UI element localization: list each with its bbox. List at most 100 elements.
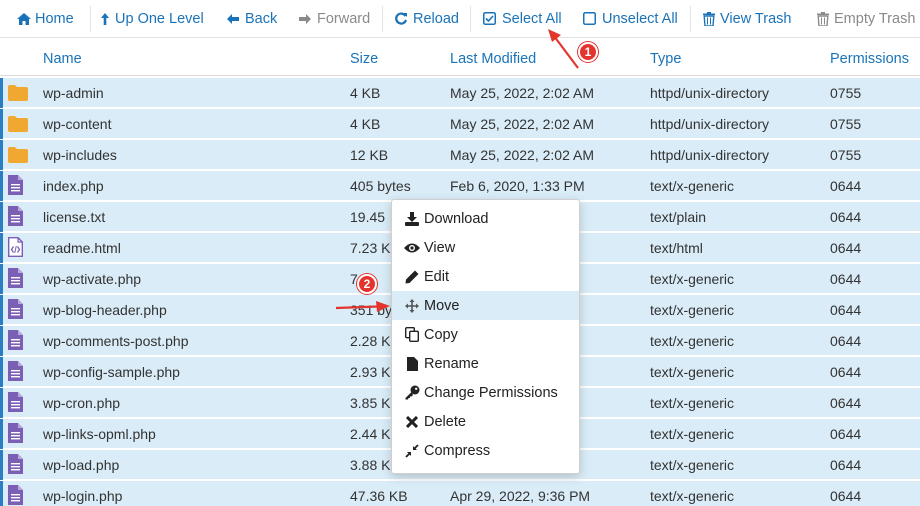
code-file-icon (8, 237, 26, 259)
arrow-left-icon (226, 12, 240, 26)
folder-icon (8, 85, 28, 107)
cell-type: text/x-generic (650, 271, 735, 287)
table-row[interactable]: wp-login.php 47.36 KB Apr 29, 2022, 9:36 P… (0, 481, 920, 506)
menu-item-label: View (424, 239, 456, 256)
cell-name: index.php (43, 178, 104, 194)
menu-item-change-permissions[interactable]: Change Permissions (392, 378, 579, 407)
cell-type: text/x-generic (650, 364, 735, 380)
cell-type: text/plain (650, 209, 707, 225)
up-one-level-button[interactable]: Up One Level (100, 0, 204, 38)
arrow-right-icon (298, 12, 312, 26)
column-header-type[interactable]: Type (650, 51, 681, 67)
toolbar-divider (382, 6, 383, 32)
cell-name: wp-login.php (43, 488, 123, 504)
copy-icon (404, 327, 420, 343)
move-icon (404, 298, 420, 314)
file-icon (8, 175, 26, 197)
cell-type: text/x-generic (650, 178, 735, 194)
menu-item-copy[interactable]: Copy (392, 320, 579, 349)
cell-size: 19.45 (350, 209, 386, 225)
cell-permissions: 0644 (830, 240, 862, 256)
cell-permissions: 0755 (830, 147, 862, 163)
cell-name: wp-includes (43, 147, 117, 163)
file-icon (8, 485, 26, 506)
menu-item-move[interactable]: Move (392, 291, 579, 320)
cell-type: text/x-generic (650, 426, 735, 442)
cell-permissions: 0644 (830, 271, 862, 287)
cell-type: httpd/unix-directory (650, 116, 770, 132)
cell-size: 47.36 KB (350, 488, 408, 504)
cell-permissions: 0644 (830, 364, 862, 380)
file-icon (8, 299, 26, 321)
close-icon (404, 414, 420, 430)
empty-trash-button[interactable]: Empty Trash (817, 0, 915, 38)
file-icon (8, 454, 26, 476)
toolbar-divider (90, 6, 91, 32)
column-header-name[interactable]: Name (43, 51, 82, 67)
cell-size: 2.28 K (350, 333, 391, 349)
menu-item-delete[interactable]: Delete (392, 407, 579, 436)
menu-item-compress[interactable]: Compress (392, 436, 579, 465)
table-row[interactable]: index.php 405 bytes Feb 6, 2020, 1:33 PM te… (0, 171, 920, 201)
cell-permissions: 0644 (830, 209, 862, 225)
menu-item-view[interactable]: View (392, 233, 579, 262)
file-icon (8, 330, 26, 352)
reload-label: Reload (413, 11, 459, 27)
menu-item-label: Compress (424, 442, 491, 459)
column-header-permissions[interactable]: Permissions (830, 51, 909, 67)
annotation-badge-2: 2 (357, 274, 377, 294)
cell-permissions: 0644 (830, 457, 862, 473)
annotation-arrow-2 (335, 301, 390, 312)
unselect-all-button[interactable]: Unselect All (583, 0, 678, 38)
menu-item-label: Download (424, 210, 489, 227)
trash-icon (703, 12, 715, 26)
cell-modified: Apr 29, 2022, 9:36 PM (450, 488, 591, 504)
forward-label: Forward (317, 11, 371, 27)
cell-permissions: 0755 (830, 116, 862, 132)
cell-size: 7.23 K (350, 240, 391, 256)
reload-button[interactable]: Reload (394, 0, 459, 38)
menu-item-label: Move (424, 297, 460, 314)
cell-modified: May 25, 2022, 2:02 AM (450, 147, 594, 163)
cell-type: text/x-generic (650, 457, 735, 473)
toolbar-divider (470, 6, 471, 32)
menu-item-rename[interactable]: Rename (392, 349, 579, 378)
view-trash-button[interactable]: View Trash (703, 0, 791, 38)
trash-icon (817, 12, 829, 26)
annotation-badge-1: 1 (578, 42, 598, 62)
menu-item-edit[interactable]: Edit (392, 262, 579, 291)
cell-permissions: 0644 (830, 488, 862, 504)
checkbox-checked-icon (483, 12, 497, 26)
download-icon (404, 211, 420, 227)
cell-name: wp-comments-post.php (43, 333, 189, 349)
cell-size: 2.44 K (350, 426, 391, 442)
home-button[interactable]: Home (16, 0, 74, 38)
file-icon (8, 268, 26, 290)
file-icon (8, 392, 26, 414)
cell-modified: Feb 6, 2020, 1:33 PM (450, 178, 585, 194)
cell-size: 3.88 K (350, 457, 391, 473)
menu-item-label: Rename (424, 355, 479, 372)
toolbar-divider (690, 6, 691, 32)
home-label: Home (35, 11, 74, 27)
cell-permissions: 0755 (830, 85, 862, 101)
table-row[interactable]: wp-includes 12 KB May 25, 2022, 2:02 AM htt… (0, 140, 920, 170)
cell-type: text/x-generic (650, 333, 735, 349)
cell-size: 3.85 K (350, 395, 391, 411)
cell-size: 4 KB (350, 116, 381, 132)
key-icon (404, 385, 420, 401)
cell-name: wp-config-sample.php (43, 364, 180, 380)
cell-name: license.txt (43, 209, 106, 225)
forward-button[interactable]: Forward (298, 0, 370, 38)
back-button[interactable]: Back (226, 0, 277, 38)
cell-name: wp-activate.php (43, 271, 142, 287)
cell-type: text/x-generic (650, 395, 735, 411)
table-row[interactable]: wp-admin 4 KB May 25, 2022, 2:02 AM httpd/u… (0, 78, 920, 108)
checkbox-empty-icon (583, 12, 597, 26)
table-row[interactable]: wp-content 4 KB May 25, 2022, 2:02 AM httpd… (0, 109, 920, 139)
menu-item-download[interactable]: Download (392, 204, 579, 233)
folder-icon (8, 116, 28, 138)
column-header-size[interactable]: Size (350, 51, 378, 67)
file-icon (8, 206, 26, 228)
column-header-modified[interactable]: Last Modified (450, 51, 536, 67)
